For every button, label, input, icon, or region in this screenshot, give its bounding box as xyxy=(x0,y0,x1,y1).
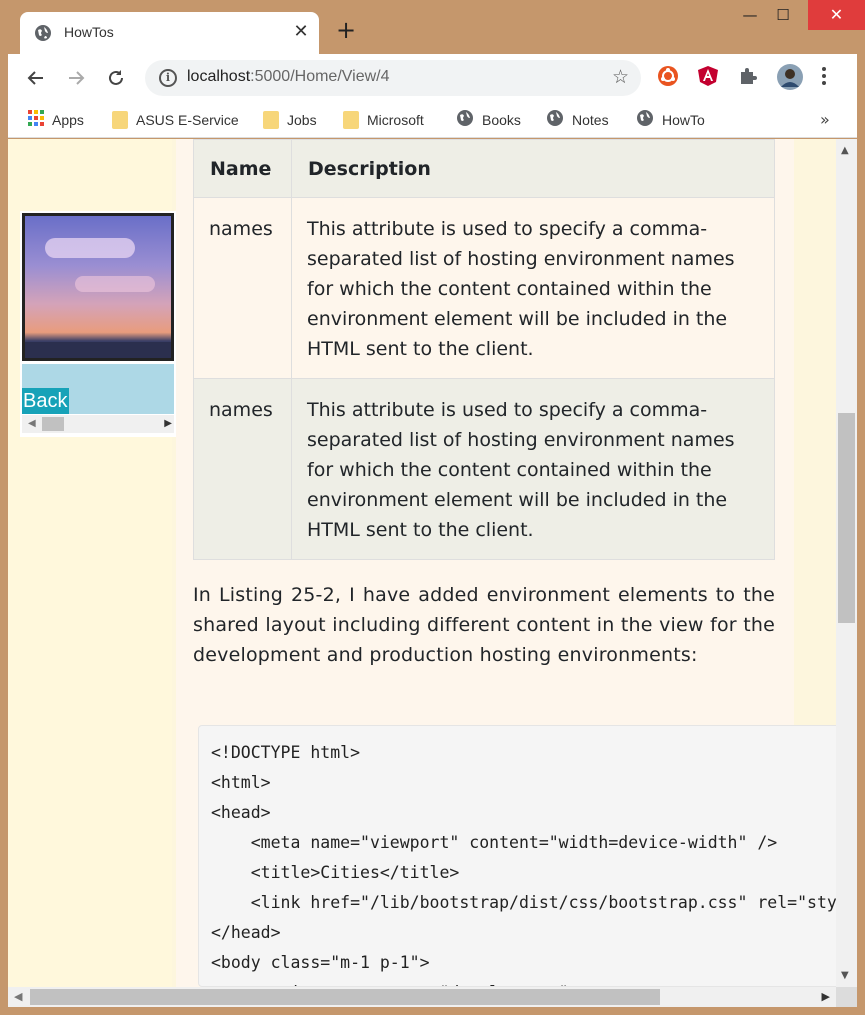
globe-icon xyxy=(546,109,564,134)
code-line: <environment names="development"> xyxy=(211,978,836,986)
globe-icon xyxy=(34,24,52,46)
reload-icon[interactable] xyxy=(102,64,130,92)
table-header-row: Name Description xyxy=(193,139,775,198)
tab-title: HowTos xyxy=(64,24,114,40)
column-header-name: Name xyxy=(193,139,292,198)
bookmark-apps[interactable]: Apps xyxy=(28,108,84,132)
scroll-down-icon[interactable]: ▼ xyxy=(841,970,849,981)
sunset-thumbnail-image xyxy=(22,213,174,361)
cell-description: This attribute is used to specify a comm… xyxy=(291,197,775,379)
folder-icon xyxy=(263,111,279,130)
bookmark-label: Notes xyxy=(572,112,609,128)
address-bar[interactable]: i localhost:5000/Home/View/4 ☆ xyxy=(145,60,641,96)
body-paragraph: In Listing 25-2, I have added environmen… xyxy=(193,584,775,666)
code-line: <link href="/lib/bootstrap/dist/css/boot… xyxy=(250,893,836,912)
attributes-table: Name Description names This attribute is… xyxy=(193,139,775,560)
code-line: </head> xyxy=(211,923,281,942)
scroll-left-icon[interactable]: ◀ xyxy=(28,418,36,429)
angular-extension-icon[interactable] xyxy=(697,65,721,89)
thumbnail-panel: Back ◀ ▶ xyxy=(20,211,176,437)
url-text: localhost:5000/Home/View/4 xyxy=(187,68,390,85)
title-bar: HowTos ✕ + — ☐ ✕ xyxy=(0,0,865,54)
bookmark-label: HowTo xyxy=(662,112,705,128)
bookmark-label: Books xyxy=(482,112,521,128)
bookmark-label: Microsoft xyxy=(367,112,424,128)
bookmarks-bar: Apps ASUS E-Service Jobs Microsoft Books… xyxy=(8,102,857,138)
mini-horizontal-scrollbar[interactable]: ◀ ▶ xyxy=(22,415,174,433)
browser-toolbar: i localhost:5000/Home/View/4 ☆ xyxy=(8,54,857,102)
bookmark-star-icon[interactable]: ☆ xyxy=(612,66,629,88)
page-viewport: Back ◀ ▶ Name Description names This att… xyxy=(8,139,836,987)
bookmark-asus-e-service[interactable]: ASUS E-Service xyxy=(112,108,239,132)
forward-arrow-icon[interactable] xyxy=(62,64,90,92)
code-line: <!DOCTYPE html> xyxy=(211,743,361,762)
cell-name: names xyxy=(193,378,292,560)
apps-grid-icon xyxy=(28,109,44,133)
vertical-scrollbar[interactable]: ▲ ▼ xyxy=(836,139,857,987)
scrollbar-corner xyxy=(836,987,857,1007)
globe-icon xyxy=(456,109,474,134)
left-sidebar: Back ◀ ▶ xyxy=(8,139,176,987)
code-line: <html> xyxy=(211,773,271,792)
puzzle-extensions-icon[interactable] xyxy=(737,65,761,89)
menu-kebab-icon[interactable] xyxy=(820,65,844,89)
code-line: <body class="m-1 p-1"> xyxy=(211,953,430,972)
code-block: <!DOCTYPE html> <html> <head> <meta name="… xyxy=(198,725,836,987)
scroll-left-icon[interactable]: ◀ xyxy=(14,990,22,1003)
bookmark-books[interactable]: Books xyxy=(456,108,521,132)
ubuntu-extension-icon[interactable] xyxy=(657,65,681,89)
folder-icon xyxy=(343,111,359,130)
bookmark-label: Apps xyxy=(52,112,84,128)
close-window-button[interactable]: ✕ xyxy=(808,0,865,30)
scroll-up-icon[interactable]: ▲ xyxy=(841,145,849,156)
tab-howtos[interactable]: HowTos ✕ xyxy=(20,12,319,54)
bookmark-notes[interactable]: Notes xyxy=(546,108,609,132)
main-content: Name Description names This attribute is… xyxy=(176,139,836,987)
globe-icon xyxy=(636,109,654,134)
table-row: names This attribute is used to specify … xyxy=(193,197,775,379)
avatar[interactable] xyxy=(776,63,803,90)
bookmarks-overflow-icon[interactable]: » xyxy=(820,110,830,129)
column-header-description: Description xyxy=(291,139,775,198)
bookmark-microsoft[interactable]: Microsoft xyxy=(343,108,424,132)
back-link[interactable]: Back xyxy=(22,388,70,414)
folder-icon xyxy=(112,111,128,130)
table-row: names This attribute is used to specify … xyxy=(193,378,775,560)
code-line: <meta name="viewport" content="width=dev… xyxy=(211,833,778,852)
code-line: <head> xyxy=(211,803,271,822)
horizontal-scroll-thumb[interactable] xyxy=(30,989,660,1005)
scroll-thumb[interactable] xyxy=(42,417,64,431)
bookmark-label: ASUS E-Service xyxy=(136,112,239,128)
vertical-scroll-thumb[interactable] xyxy=(838,413,855,623)
new-tab-button[interactable]: + xyxy=(334,18,358,42)
bookmark-howto[interactable]: HowTo xyxy=(636,108,705,132)
maximize-button[interactable]: ☐ xyxy=(760,0,806,30)
horizontal-scrollbar[interactable]: ◀ ▶ xyxy=(8,987,836,1007)
scroll-right-icon[interactable]: ▶ xyxy=(164,418,172,429)
cell-description: This attribute is used to specify a comm… xyxy=(291,378,775,560)
bookmark-label: Jobs xyxy=(287,112,317,128)
back-bar: Back xyxy=(22,364,174,414)
code-line: <title>Cities</title> xyxy=(211,863,460,882)
scroll-right-icon[interactable]: ▶ xyxy=(822,990,830,1003)
cell-name: names xyxy=(193,197,292,379)
back-arrow-icon[interactable] xyxy=(22,64,50,92)
bookmark-jobs[interactable]: Jobs xyxy=(263,108,317,132)
site-info-icon[interactable]: i xyxy=(159,69,177,87)
tab-close-icon[interactable]: ✕ xyxy=(292,20,310,44)
browser-window: HowTos ✕ + — ☐ ✕ i localhost:5000/Home/V… xyxy=(0,0,865,1015)
